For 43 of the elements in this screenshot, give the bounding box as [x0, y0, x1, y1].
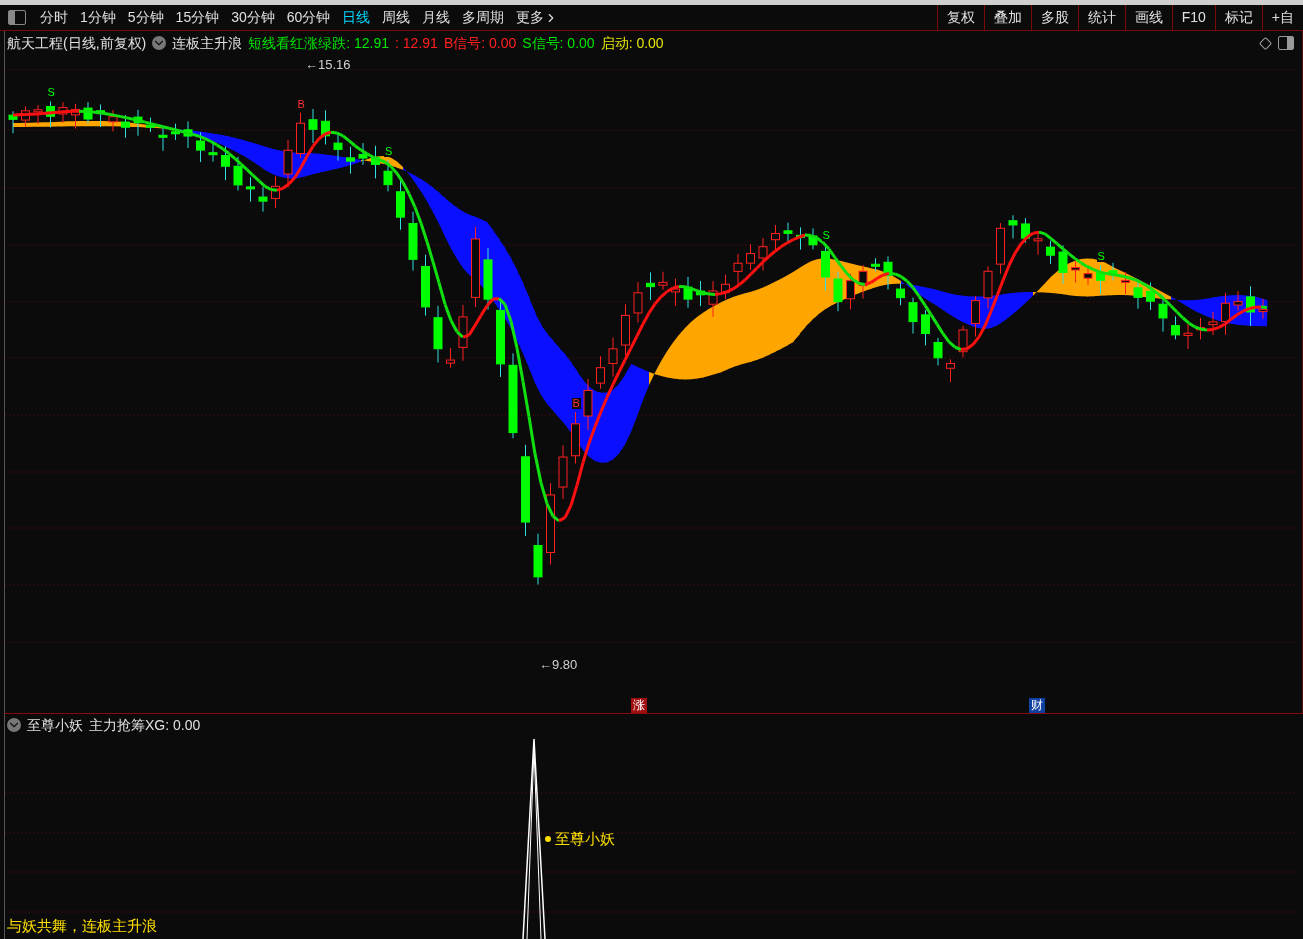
dropdown-icon[interactable] [7, 718, 21, 732]
indicator-reading: : 12.91 [395, 33, 438, 53]
panel-toggle-icon[interactable] [8, 10, 26, 25]
tool-button[interactable]: 标记 [1214, 5, 1262, 30]
indicator-name: 连板主升浪 [172, 33, 243, 53]
indicator-reading: S信号: 0.00 [522, 33, 595, 53]
period-tab[interactable]: 5分钟 [121, 7, 170, 28]
more-button[interactable]: 更多 [510, 7, 565, 28]
tool-button[interactable]: +自 [1261, 5, 1303, 30]
sub-panel-title: 至尊小妖 [27, 715, 83, 735]
dropdown-icon[interactable] [152, 36, 167, 50]
signal-label: 至尊小妖 [545, 828, 615, 851]
signal-marker: B [296, 98, 306, 110]
signal-marker: S [46, 87, 56, 99]
period-tab[interactable]: 周线 [376, 7, 417, 28]
period-tab[interactable]: 60分钟 [280, 7, 337, 28]
tool-button[interactable]: F10 [1171, 5, 1215, 30]
tool-button[interactable]: 叠加 [983, 5, 1031, 30]
tool-button[interactable]: 统计 [1077, 5, 1125, 30]
period-tab[interactable]: 分时 [34, 7, 74, 28]
indicator-reading: 主力抢筹XG: 0.00 [89, 715, 201, 735]
period-tab[interactable]: 月线 [416, 7, 457, 28]
period-tab[interactable]: 多周期 [456, 7, 511, 28]
tool-button[interactable]: 多股 [1030, 5, 1078, 30]
event-marker: 涨 [631, 698, 647, 713]
signal-marker: S [1096, 251, 1106, 263]
panel-toggle-icon[interactable] [1278, 36, 1294, 50]
period-tab[interactable]: 日线 [336, 7, 377, 28]
tool-button[interactable]: 画线 [1124, 5, 1172, 30]
stock-title: 航天工程(日线,前复权) [7, 33, 147, 53]
indicator-reading: 短线看红涨绿跌: 12.91 [248, 33, 390, 53]
signal-marker: B [571, 398, 581, 410]
period-tab[interactable]: 15分钟 [169, 7, 226, 28]
tool-button[interactable]: 复权 [936, 5, 984, 30]
event-marker: 财 [1029, 698, 1045, 713]
period-tab[interactable]: 30分钟 [225, 7, 281, 28]
period-tab[interactable]: 1分钟 [74, 7, 122, 28]
indicator-reading: B信号: 0.00 [443, 33, 517, 53]
signal-marker: S [821, 230, 831, 241]
indicator-reading: 启动: 0.00 [600, 33, 664, 53]
diamond-icon[interactable] [1259, 36, 1272, 50]
signal-marker: S [384, 145, 394, 157]
low-price-label: ←9.80 [539, 656, 578, 674]
